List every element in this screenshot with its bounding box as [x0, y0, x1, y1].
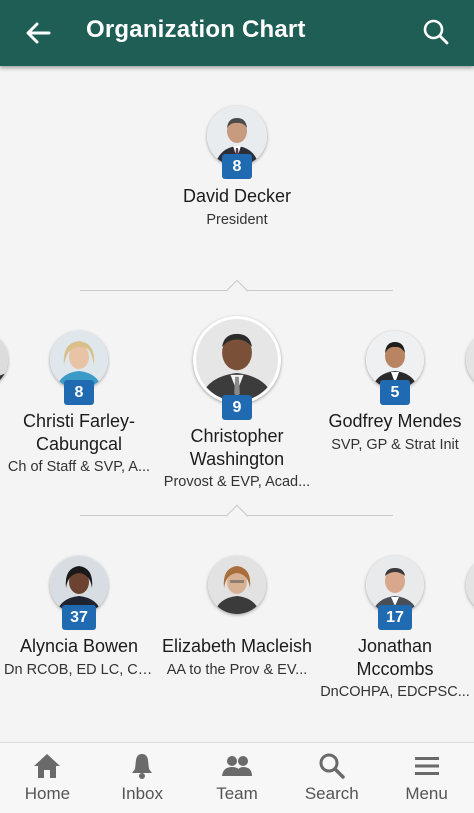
hierarchy-notch	[225, 504, 249, 528]
home-icon	[34, 754, 61, 778]
bottom-tab-bar: Home Inbox Team Search Menu	[0, 742, 474, 813]
tab-label: Inbox	[121, 784, 163, 803]
tab-label: Menu	[405, 784, 448, 803]
back-button[interactable]	[20, 15, 56, 51]
person-name: Elizabeth Macleish	[161, 636, 313, 656]
person-title: DnCOHPA, EDCPSC...	[320, 684, 470, 700]
tab-home[interactable]: Home	[0, 743, 95, 813]
report-count-badge: 5	[380, 380, 410, 405]
report-count-badge: 9	[222, 395, 252, 420]
search-icon	[423, 19, 449, 45]
person-title: President	[206, 212, 268, 228]
search-button[interactable]	[418, 14, 454, 50]
avatar-partial-right[interactable]	[466, 331, 474, 389]
person-name: Godfrey Mendes	[328, 411, 462, 431]
back-arrow-icon	[26, 22, 51, 44]
person-photo	[208, 556, 266, 614]
report-count-badge: 17	[378, 605, 412, 630]
page-title: Organization Chart	[86, 16, 306, 43]
bell-icon	[132, 754, 153, 779]
person-name: Jonathan Mccombs	[356, 636, 434, 679]
person-title: AA to the Prov & EV...	[166, 662, 308, 678]
tab-menu[interactable]: Menu	[379, 743, 474, 813]
avatar-partial-left[interactable]	[0, 331, 8, 389]
app-bar: Organization Chart	[0, 0, 474, 66]
person-title: Ch of Staff & SVP, A...	[7, 459, 151, 475]
report-count-badge: 8	[222, 154, 252, 179]
person-name: David Decker	[182, 186, 292, 206]
person-title: Provost & EVP, Acad...	[163, 474, 311, 490]
person-title: SVP, GP & Strat Init	[331, 437, 459, 453]
tab-label: Team	[216, 784, 258, 803]
search-icon	[319, 753, 345, 779]
report-count-badge: 8	[64, 380, 94, 405]
person-photo	[196, 319, 278, 401]
tab-label: Home	[24, 784, 71, 803]
person-name: Alyncia Bowen	[19, 636, 139, 656]
person-title: Dn RCOB, ED LC, Co...	[4, 662, 154, 678]
person-name: Christi Farley-Cabungcal	[22, 411, 135, 454]
person-name: Christopher Washington	[189, 426, 285, 469]
hierarchy-notch	[225, 279, 249, 303]
team-icon	[221, 756, 252, 776]
avatar[interactable]	[208, 556, 266, 614]
tab-label: Search	[304, 784, 359, 803]
org-chart: 8 David Decker President 8 Christi Farle…	[0, 66, 474, 742]
tab-search[interactable]: Search	[284, 743, 379, 813]
menu-icon	[414, 757, 439, 775]
tab-team[interactable]: Team	[190, 743, 285, 813]
avatar[interactable]	[193, 316, 281, 404]
avatar-partial-right[interactable]	[466, 556, 474, 614]
report-count-badge: 37	[62, 605, 96, 630]
tab-inbox[interactable]: Inbox	[95, 743, 190, 813]
